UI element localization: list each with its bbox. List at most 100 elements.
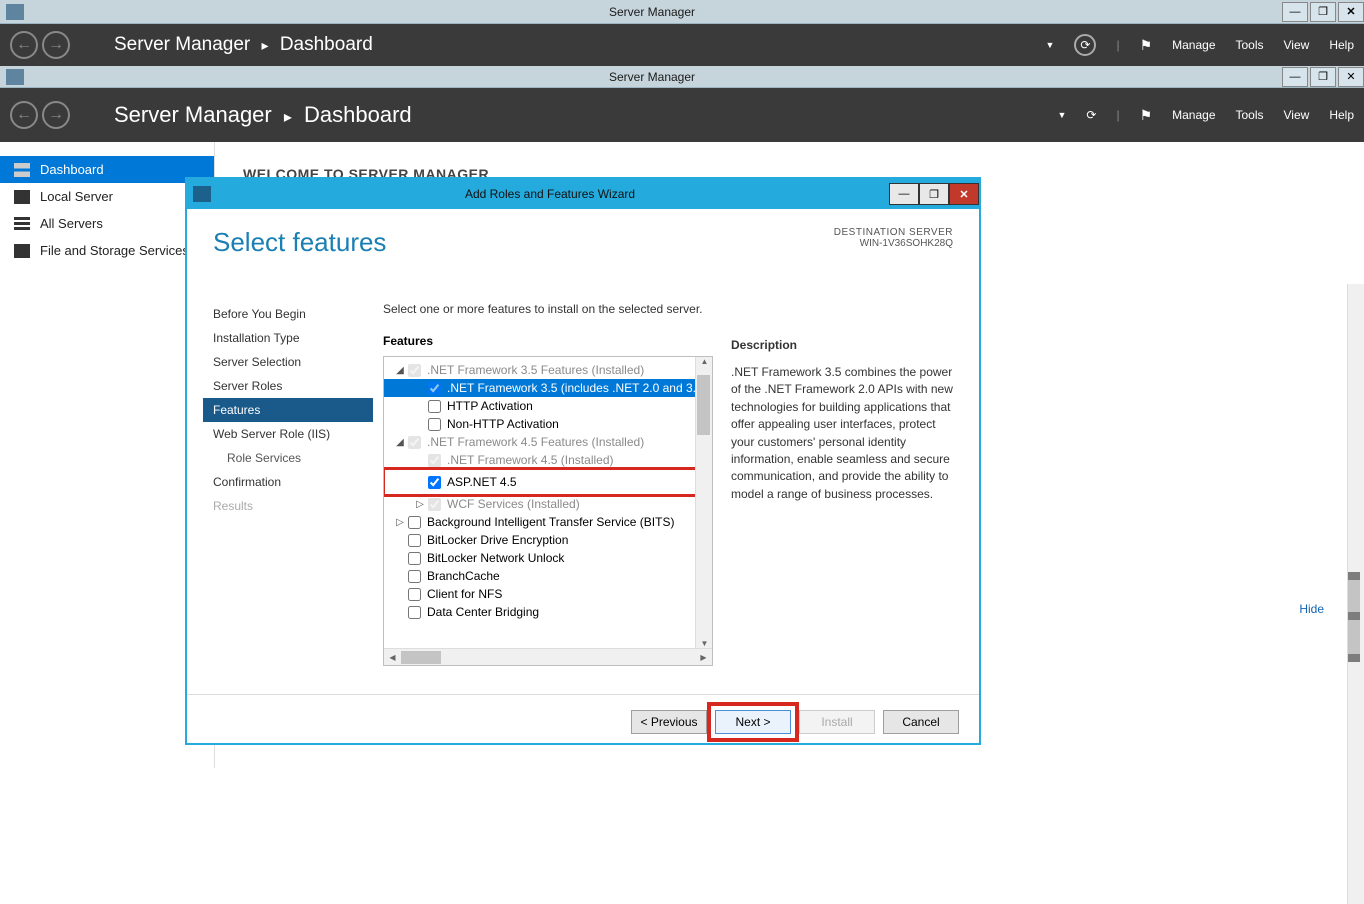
feature-bitlocker[interactable]: BitLocker Drive Encryption (384, 531, 712, 549)
feature-label: BranchCache (427, 569, 500, 583)
scrollbar-thumb[interactable] (697, 375, 710, 435)
feature-label: BitLocker Drive Encryption (427, 533, 568, 547)
tree-scrollbar-horizontal[interactable]: ◀ ▶ (384, 648, 712, 665)
server-icon (14, 190, 30, 204)
forward-icon[interactable]: → (42, 101, 70, 129)
right-slider[interactable] (1348, 572, 1360, 662)
expander-icon[interactable]: ◢ (394, 365, 406, 376)
feature-checkbox[interactable] (428, 418, 441, 431)
wizard-maximize-button[interactable]: ❐ (919, 183, 949, 205)
feature-net35-core[interactable]: .NET Framework 3.5 (includes .NET 2.0 an… (384, 379, 712, 397)
wizard-dialog: Add Roles and Features Wizard — ❐ ✕ Sele… (186, 178, 980, 744)
menu-view[interactable]: View (1284, 108, 1310, 122)
menu-manage[interactable]: Manage (1172, 108, 1215, 122)
menu-tools[interactable]: Tools (1236, 38, 1264, 52)
menu-tools[interactable]: Tools (1236, 108, 1264, 122)
maximize-button[interactable]: ❐ (1310, 67, 1336, 87)
feature-checkbox[interactable] (428, 476, 441, 489)
minimize-button[interactable]: — (1282, 67, 1308, 87)
feature-net35-group[interactable]: ◢ .NET Framework 3.5 Features (Installed… (384, 361, 712, 379)
feature-checkbox[interactable] (428, 400, 441, 413)
feature-bits[interactable]: ▷ Background Intelligent Transfer Servic… (384, 513, 712, 531)
breadcrumb-app: Server Manager (114, 34, 250, 55)
minimize-button[interactable]: — (1282, 2, 1308, 22)
storage-icon (14, 244, 30, 258)
feature-checkbox[interactable] (408, 364, 421, 377)
step-web-server-role[interactable]: Web Server Role (IIS) (203, 422, 373, 446)
flag-icon[interactable]: ⚑ (1140, 107, 1153, 124)
small-chevron-down-icon[interactable]: ▼ (1046, 40, 1055, 50)
step-server-roles[interactable]: Server Roles (203, 374, 373, 398)
sidebar-item-file-storage[interactable]: File and Storage Services (0, 237, 214, 264)
menu-view[interactable]: View (1284, 38, 1310, 52)
wizard-title: Add Roles and Features Wizard (211, 187, 889, 201)
back-icon[interactable]: ← (10, 31, 38, 59)
expander-icon[interactable]: ▷ (394, 517, 406, 528)
feature-wcf-services[interactable]: ▷ WCF Services (Installed) (384, 495, 712, 513)
step-before-you-begin[interactable]: Before You Begin (203, 302, 373, 326)
feature-nonhttp-activation[interactable]: Non-HTTP Activation (384, 415, 712, 433)
feature-checkbox[interactable] (408, 516, 421, 529)
close-button[interactable]: ✕ (1338, 2, 1364, 22)
menu-help[interactable]: Help (1329, 38, 1354, 52)
menu-help[interactable]: Help (1329, 108, 1354, 122)
feature-aspnet45[interactable]: ASP.NET 4.5 (384, 469, 712, 495)
feature-checkbox[interactable] (408, 606, 421, 619)
sidebar-item-local-server[interactable]: Local Server (0, 183, 214, 210)
previous-button[interactable]: < Previous (631, 710, 707, 734)
menu-manage[interactable]: Manage (1172, 38, 1215, 52)
wizard-footer: < Previous Next > Install Cancel (187, 694, 979, 748)
step-role-services[interactable]: Role Services (203, 446, 373, 470)
feature-checkbox[interactable] (428, 454, 441, 467)
breadcrumb-page: Dashboard (280, 34, 373, 55)
refresh-icon[interactable]: ⟳ (1086, 108, 1096, 122)
feature-net45-group[interactable]: ◢ .NET Framework 4.5 Features (Installed… (384, 433, 712, 451)
scroll-left-icon[interactable]: ◀ (384, 653, 401, 662)
feature-checkbox[interactable] (428, 382, 441, 395)
tree-scrollbar-vertical[interactable] (695, 357, 712, 648)
feature-checkbox[interactable] (408, 570, 421, 583)
feature-label: .NET Framework 3.5 (includes .NET 2.0 an… (447, 381, 707, 395)
wizard-close-button[interactable]: ✕ (949, 183, 979, 205)
feature-checkbox[interactable] (408, 534, 421, 547)
feature-label: Non-HTTP Activation (447, 417, 559, 431)
feature-bitlocker-network[interactable]: BitLocker Network Unlock (384, 549, 712, 567)
features-label: Features (383, 334, 713, 348)
step-results: Results (203, 494, 373, 518)
step-server-selection[interactable]: Server Selection (203, 350, 373, 374)
feature-checkbox[interactable] (408, 436, 421, 449)
feature-checkbox[interactable] (408, 552, 421, 565)
sidebar: Dashboard Local Server All Servers File … (0, 142, 215, 768)
feature-net45-core[interactable]: .NET Framework 4.5 (Installed) (384, 451, 712, 469)
chevron-right-icon: ▸ (284, 109, 292, 126)
step-confirmation[interactable]: Confirmation (203, 470, 373, 494)
sidebar-item-label: Local Server (40, 189, 113, 204)
sidebar-item-dashboard[interactable]: Dashboard (0, 156, 214, 183)
refresh-icon[interactable]: ⟳ (1074, 34, 1096, 56)
feature-checkbox[interactable] (408, 588, 421, 601)
wizard-minimize-button[interactable]: — (889, 183, 919, 205)
expander-icon[interactable]: ▷ (414, 499, 426, 510)
forward-icon[interactable]: → (42, 31, 70, 59)
sidebar-item-all-servers[interactable]: All Servers (0, 210, 214, 237)
features-tree: ◢ .NET Framework 3.5 Features (Installed… (383, 356, 713, 666)
small-chevron-down-icon[interactable]: ▼ (1057, 110, 1066, 120)
close-button[interactable]: ✕ (1338, 67, 1364, 87)
flag-icon[interactable]: ⚑ (1140, 37, 1153, 54)
feature-data-center-bridging[interactable]: Data Center Bridging (384, 603, 712, 621)
next-button[interactable]: Next > (715, 710, 791, 734)
expander-icon[interactable]: ◢ (394, 437, 406, 448)
feature-checkbox[interactable] (428, 498, 441, 511)
hide-link[interactable]: Hide (1299, 602, 1324, 616)
feature-client-nfs[interactable]: Client for NFS (384, 585, 712, 603)
step-installation-type[interactable]: Installation Type (203, 326, 373, 350)
feature-http-activation[interactable]: HTTP Activation (384, 397, 712, 415)
sidebar-item-label: All Servers (40, 216, 103, 231)
maximize-button[interactable]: ❐ (1310, 2, 1336, 22)
step-features[interactable]: Features (203, 398, 373, 422)
back-icon[interactable]: ← (10, 101, 38, 129)
scrollbar-thumb[interactable] (401, 651, 441, 664)
scroll-right-icon[interactable]: ▶ (695, 653, 712, 662)
feature-branchcache[interactable]: BranchCache (384, 567, 712, 585)
cancel-button[interactable]: Cancel (883, 710, 959, 734)
